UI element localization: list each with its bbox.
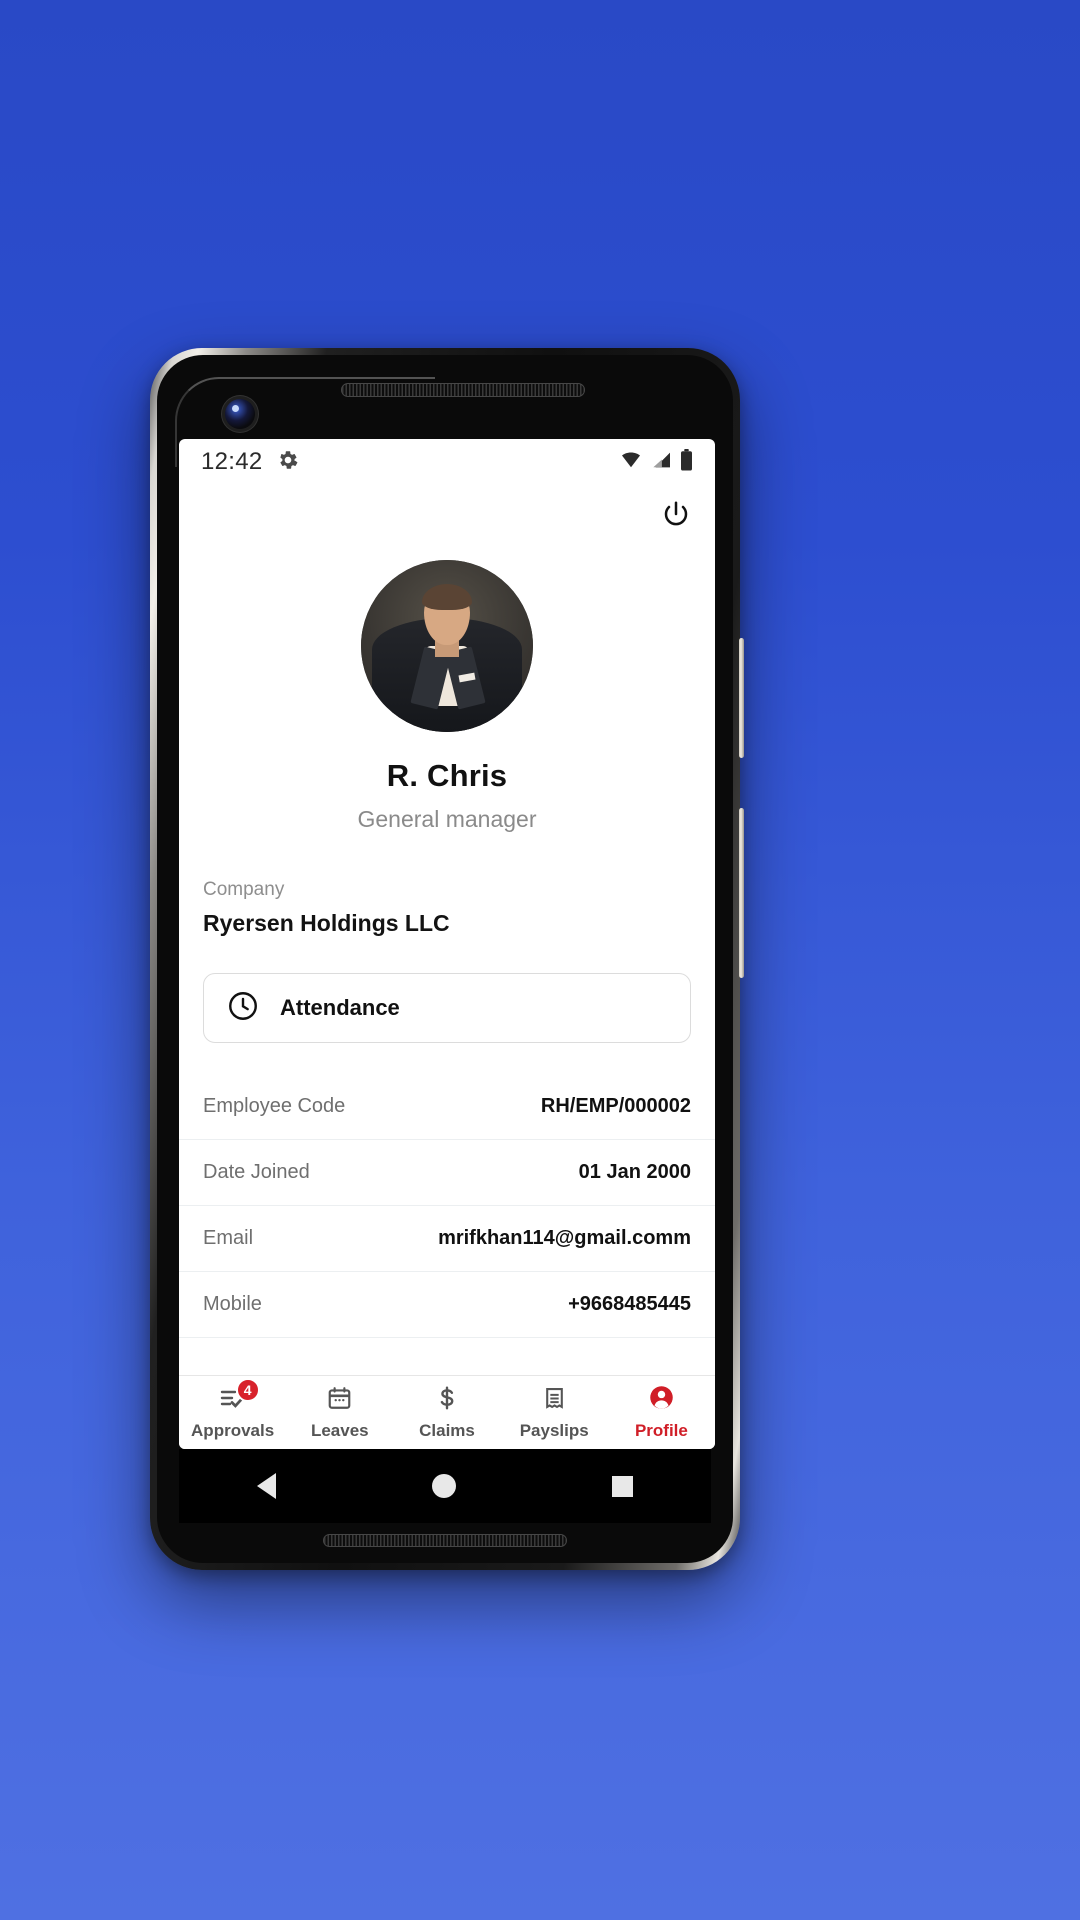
approvals-badge: 4 [235,1377,260,1402]
tab-label: Leaves [310,1420,369,1440]
android-navigation-bar [179,1449,711,1523]
earpiece-speaker [341,383,585,397]
receipt-icon [542,1385,567,1416]
volume-button[interactable] [739,638,744,758]
attendance-button[interactable]: Attendance [203,973,691,1043]
row-label: Mobile [203,1293,262,1315]
calendar-icon [326,1385,353,1416]
phone-screen: 12:42 R. Chris General manager Company R… [179,439,715,1449]
tab-profile[interactable]: Profile [608,1384,715,1441]
clock-icon [226,989,260,1028]
avatar[interactable] [361,560,533,732]
tab-payslips[interactable]: Payslips [501,1385,608,1441]
tab-label: Profile [634,1421,688,1440]
status-bar-right [620,448,693,476]
tab-leaves[interactable]: Leaves [286,1385,393,1441]
status-bar: 12:42 [179,439,715,485]
header-actions [179,485,715,534]
row-label: Email [203,1227,254,1249]
row-value: 01 Jan 2000 [578,1161,691,1183]
tab-label: Claims [419,1420,475,1440]
company-value: Ryersen Holdings LLC [203,910,450,936]
row-value: mrifkhan114@gmail.comm [438,1227,691,1249]
avatar-container [179,560,715,732]
tab-label: Payslips [519,1420,589,1440]
rows-trailing-divider [179,1337,715,1375]
row-value: +9668485445 [568,1293,691,1315]
recents-square-icon[interactable] [612,1475,633,1497]
row-label: Employee Code [203,1094,346,1117]
attendance-label: Attendance [280,995,400,1020]
row-value: RH/EMP/000002 [540,1094,691,1117]
bottom-navigation: 4 Approvals Leaves Claims Payslips Profi… [179,1375,715,1449]
battery-icon [680,448,693,476]
dollar-icon [434,1385,460,1416]
person-circle-icon [648,1384,675,1416]
table-row: Mobile +9668485445 [179,1271,715,1337]
company-block: Company Ryersen Holdings LLC [179,833,715,937]
back-triangle-icon[interactable] [257,1473,276,1499]
status-bar-clock: 12:42 [201,448,263,475]
tab-approvals[interactable]: 4 Approvals [179,1377,286,1441]
company-label: Company [203,879,285,900]
front-camera [225,399,255,429]
power-side-button[interactable] [739,808,744,978]
tab-claims[interactable]: Claims [393,1385,500,1441]
profile-content: R. Chris General manager Company Ryersen… [179,485,715,1375]
phone-body: 12:42 R. Chris General manager Company R… [157,355,733,1563]
table-row: Employee Code RH/EMP/000002 [179,1073,715,1139]
gear-icon [277,449,299,476]
table-row: Date Joined 01 Jan 2000 [179,1139,715,1205]
wifi-icon [620,451,642,474]
power-icon[interactable] [661,499,691,534]
profile-role: General manager [357,806,537,832]
phone-device: 12:42 R. Chris General manager Company R… [150,348,744,1570]
row-label: Date Joined [203,1161,310,1183]
bottom-speaker [323,1534,567,1547]
signal-icon [650,451,672,474]
table-row: Email mrifkhan114@gmail.comm [179,1205,715,1271]
detail-rows: Employee Code RH/EMP/000002 Date Joined … [179,1073,715,1375]
tab-label: Approvals [191,1420,275,1440]
home-circle-icon[interactable] [432,1474,456,1498]
status-bar-left: 12:42 [201,448,299,476]
profile-name: R. Chris [386,758,508,793]
